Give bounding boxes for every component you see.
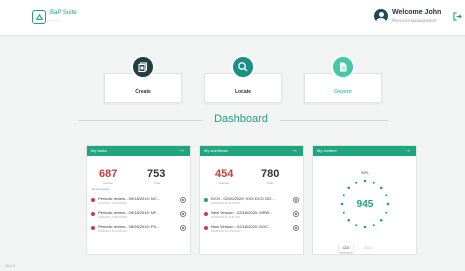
- tasks-panel-title: My tasks: [91, 148, 107, 153]
- task-item[interactable]: Periodic review - 08/26/2019: PX... 02/1…: [91, 224, 189, 238]
- options-icon[interactable]: [180, 211, 186, 217]
- dashboard-title: Dashboard: [214, 113, 268, 125]
- task-item-title: Periodic review - 08/26/2019: PX...: [98, 224, 160, 229]
- task-item[interactable]: Periodic review - 09/18/2019: NF... 10/1…: [91, 210, 189, 224]
- locate-button[interactable]: [231, 55, 255, 79]
- workflows-panel: My workflows → 454 overdue 780 Total DCO…: [199, 145, 304, 255]
- workflows-panel-header[interactable]: My workflows →: [200, 146, 303, 156]
- options-icon[interactable]: [180, 225, 186, 231]
- tasks-overdue-count[interactable]: 687: [99, 168, 117, 180]
- workflow-item-date: 02/20/2020 10:48:29 EST: [211, 202, 241, 205]
- donut-value: 945: [356, 199, 374, 210]
- ring-dot: [355, 224, 358, 227]
- task-item-date: 02/18/2019 10:10:30 EDT: [98, 230, 128, 233]
- ring-dot: [385, 194, 388, 197]
- document-icon: [340, 62, 347, 72]
- workflow-item-title: New Version - 02/18/2020: DOC...: [211, 224, 272, 229]
- workflow-item-title: New Version - 02/18/2020: MRW...: [211, 210, 273, 215]
- create-button[interactable]: [131, 55, 155, 79]
- workflows-total-count[interactable]: 780: [261, 168, 279, 180]
- workflow-item-date: 02/18/2020 11:11:53 EST: [211, 230, 241, 233]
- govern-label: Govern: [334, 89, 352, 95]
- ring-dot: [347, 218, 351, 222]
- ring-dot: [342, 211, 345, 214]
- options-icon[interactable]: [293, 197, 299, 203]
- ring-dot: [355, 181, 358, 184]
- task-item-date: 10/11/2017 10:08:08 EDT: [98, 216, 128, 219]
- tab-dcd[interactable]: DCD: [361, 243, 375, 252]
- status-dot-icon: [204, 212, 208, 216]
- content-panel: My content → IMPL 945 CDI DCD: [312, 145, 417, 255]
- tasks-total-label: Total: [154, 181, 160, 185]
- workflow-item-title: DCO - 02/20/2020: XXX DCO 202...: [211, 196, 275, 201]
- divider-left: [78, 120, 203, 121]
- tasks-overdue-label: overdue: [103, 181, 114, 185]
- tab-cdi[interactable]: CDI: [339, 243, 353, 252]
- arrow-right-icon[interactable]: →: [178, 146, 185, 156]
- tasks-panel: My tasks → 687 overdue 753 Total Recent …: [86, 145, 191, 255]
- document-stack-icon: [138, 62, 148, 73]
- status-dot-icon: [204, 198, 208, 202]
- tasks-panel-header[interactable]: My tasks →: [87, 146, 190, 156]
- ring-dot: [363, 179, 367, 183]
- workflows-overdue-count[interactable]: 454: [215, 168, 233, 180]
- ring-dot: [379, 218, 383, 222]
- ring-dot: [347, 186, 351, 190]
- options-icon[interactable]: [293, 225, 299, 231]
- ring-dot: [372, 181, 375, 184]
- status-dot-icon: [91, 226, 95, 230]
- ring-dot: [386, 202, 390, 206]
- task-item[interactable]: Periodic review - 09/18/2019: NC... 10/1…: [91, 196, 189, 210]
- ring-dot: [385, 211, 388, 214]
- ring-dot: [342, 194, 345, 197]
- arrow-right-icon[interactable]: →: [291, 146, 298, 156]
- locate-label: Locate: [234, 89, 252, 95]
- workflow-item[interactable]: DCO - 02/20/2020: XXX DCO 202... 02/20/2…: [204, 196, 302, 210]
- app-name: BaP Suite: [50, 10, 77, 16]
- workflow-item[interactable]: New Version - 02/18/2020: DOC... 02/18/2…: [204, 224, 302, 238]
- workflows-overdue-label: overdue: [219, 181, 230, 185]
- govern-button[interactable]: [331, 55, 355, 79]
- search-icon: [238, 62, 248, 72]
- divider-right: [280, 120, 388, 121]
- status-dot-icon: [91, 212, 95, 216]
- status-dot-icon: [204, 226, 208, 230]
- task-item-title: Periodic review - 09/18/2019: NC...: [98, 196, 161, 201]
- tasks-recent-label: Recent tasks: [92, 187, 110, 191]
- ring-dot: [379, 186, 383, 190]
- version-label: 10.1.0: [5, 264, 15, 268]
- task-item-date: 10/11/2017 11:50:08 EDT: [98, 202, 128, 205]
- options-icon[interactable]: [293, 211, 299, 217]
- create-label: Create: [135, 89, 151, 95]
- workflows-panel-title: My workflows: [204, 148, 229, 153]
- workflows-total-label: Total: [267, 181, 273, 185]
- top-bar: BaP Suite ——— Welcome John PROCESS MANAG…: [0, 0, 465, 36]
- tasks-total-count[interactable]: 753: [147, 168, 165, 180]
- ring-dot: [363, 225, 367, 229]
- user-role: PROCESS MANAGEMENT: [392, 19, 437, 23]
- options-icon[interactable]: [180, 197, 186, 203]
- workflow-item-date: 02/18/2020 11:04:51 EST: [211, 216, 241, 219]
- task-item-title: Periodic review - 09/18/2019: NF...: [98, 210, 160, 215]
- app-logo-icon[interactable]: [32, 10, 46, 24]
- user-avatar[interactable]: [374, 9, 388, 23]
- logout-icon[interactable]: [453, 12, 462, 21]
- welcome-text: Welcome John: [392, 9, 442, 16]
- app-subtitle: ———: [50, 18, 59, 22]
- workflow-item[interactable]: New Version - 02/18/2020: MRW... 02/18/2…: [204, 210, 302, 224]
- ring-dot: [372, 224, 375, 227]
- ring-dot: [340, 202, 344, 206]
- status-dot-icon: [91, 198, 95, 202]
